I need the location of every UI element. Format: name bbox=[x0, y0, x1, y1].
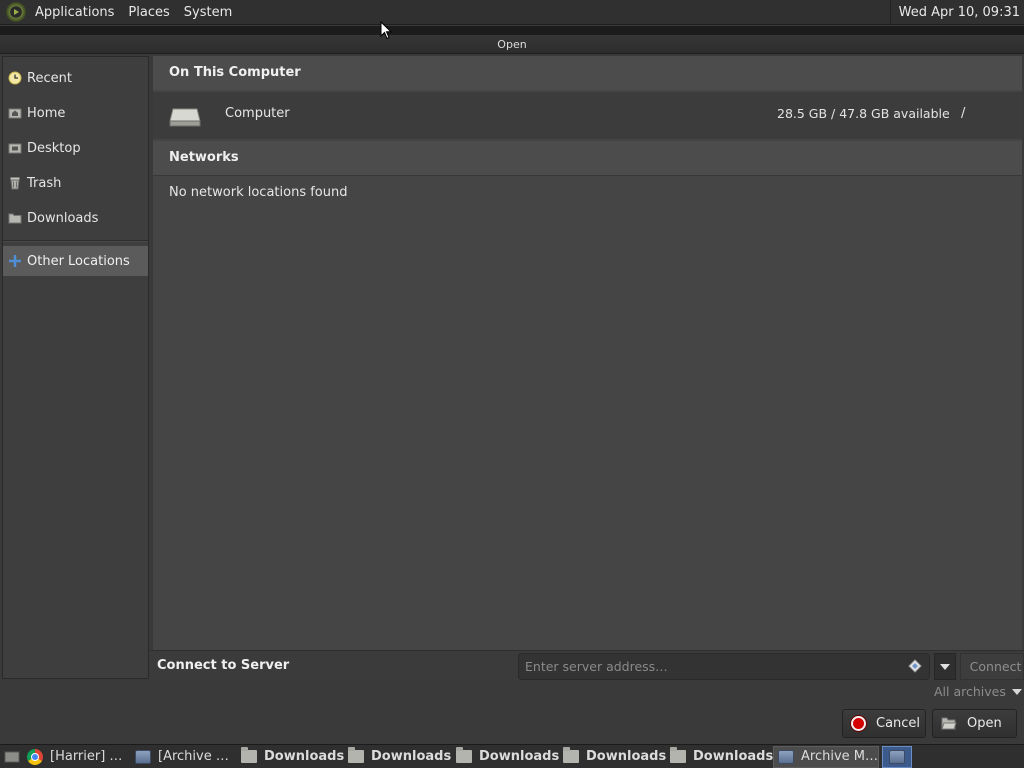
taskbar-item-label: Downloads bbox=[586, 749, 666, 764]
applications-menu[interactable]: Applications bbox=[28, 0, 121, 25]
taskbar-item-archive[interactable]: [Archive … bbox=[131, 746, 237, 768]
folder-icon bbox=[241, 747, 257, 763]
taskbar-item-downloads[interactable]: Downloads bbox=[559, 746, 666, 768]
dialog-title: Open bbox=[497, 38, 527, 51]
file-type-filter-value: All archives bbox=[934, 684, 1006, 699]
sidebar-item-recent[interactable]: Recent bbox=[3, 63, 148, 93]
home-icon bbox=[8, 106, 22, 120]
server-address-icon[interactable] bbox=[908, 659, 922, 673]
sidebar-item-desktop[interactable]: Desktop bbox=[3, 133, 148, 163]
system-menu[interactable]: System bbox=[177, 0, 239, 25]
hard-drive-icon bbox=[169, 108, 201, 127]
recent-servers-dropdown[interactable] bbox=[934, 653, 956, 680]
taskbar-item-downloads[interactable]: Downloads bbox=[237, 746, 344, 768]
clock[interactable]: Wed Apr 10, 09:31 bbox=[889, 0, 1020, 25]
open-folder-icon bbox=[941, 717, 957, 730]
connect-to-server-label: Connect to Server bbox=[157, 658, 290, 673]
connect-to-server-bar: Connect to Server Connect bbox=[150, 650, 1024, 681]
places-sidebar: Recent Home Desktop Trash Downloads Othe… bbox=[2, 56, 149, 679]
folder-icon bbox=[348, 747, 364, 763]
titlebar-strip bbox=[0, 26, 1024, 35]
open-button[interactable]: Open bbox=[932, 709, 1017, 738]
cancel-button-label: Cancel bbox=[876, 716, 921, 731]
sidebar-item-label: Desktop bbox=[27, 140, 81, 156]
dialog-titlebar[interactable]: Open bbox=[0, 26, 1024, 54]
sidebar-item-other-locations[interactable]: Other Locations bbox=[3, 246, 148, 276]
archive-manager-icon bbox=[135, 749, 151, 764]
taskbar-item-downloads[interactable]: Downloads bbox=[344, 746, 452, 768]
connect-button[interactable]: Connect bbox=[960, 653, 1024, 680]
folder-icon bbox=[456, 747, 472, 763]
show-desktop-button[interactable] bbox=[1, 746, 23, 768]
sidebar-item-home[interactable]: Home bbox=[3, 98, 148, 128]
taskbar-item-harrier[interactable]: [Harrier] … bbox=[23, 746, 131, 768]
computer-name: Computer bbox=[225, 106, 290, 121]
open-button-label: Open bbox=[967, 716, 1002, 731]
folder-icon bbox=[8, 211, 22, 225]
chevron-down-icon bbox=[940, 663, 950, 670]
show-desktop-icon bbox=[4, 751, 20, 762]
networks-divider bbox=[153, 175, 1022, 176]
taskbar-item-label: Archive M… bbox=[801, 749, 878, 764]
archive-manager-icon bbox=[778, 749, 794, 764]
folder-icon bbox=[670, 747, 686, 763]
locations-view: On This Computer Computer 28.5 GB / 47.8… bbox=[153, 56, 1022, 650]
trash-icon bbox=[8, 176, 22, 190]
taskbar-item-label: Downloads bbox=[371, 749, 452, 764]
taskbar-item-archive-manager[interactable]: Archive M… bbox=[773, 745, 879, 768]
chrome-icon bbox=[27, 748, 43, 765]
open-dialog-task-button[interactable] bbox=[882, 745, 912, 768]
plus-icon bbox=[8, 254, 22, 268]
taskbar-item-label: Downloads bbox=[264, 749, 344, 764]
on-this-computer-heading: On This Computer bbox=[153, 56, 1022, 90]
desktop-icon bbox=[8, 141, 22, 155]
taskbar-item-label: [Archive … bbox=[158, 749, 229, 764]
top-panel: Applications Places System Wed Apr 10, 0… bbox=[0, 0, 1024, 25]
computer-row[interactable]: Computer 28.5 GB / 47.8 GB available / bbox=[153, 92, 1022, 139]
taskbar: [Harrier] … [Archive … Downloads Downloa… bbox=[0, 744, 1024, 768]
folder-icon bbox=[563, 747, 579, 763]
taskbar-item-downloads[interactable]: Downloads bbox=[666, 746, 773, 768]
file-type-filter[interactable]: All archives bbox=[934, 684, 1022, 699]
computer-mount-point: / bbox=[961, 106, 966, 121]
computer-space: 28.5 GB / 47.8 GB available bbox=[777, 106, 950, 121]
taskbar-item-downloads[interactable]: Downloads bbox=[452, 746, 559, 768]
taskbar-item-label: Downloads bbox=[693, 749, 773, 764]
sidebar-item-label: Recent bbox=[27, 70, 72, 86]
networks-empty-text: No network locations found bbox=[169, 185, 348, 200]
chevron-down-icon bbox=[1011, 688, 1022, 695]
clock-icon bbox=[8, 71, 22, 85]
sidebar-item-downloads[interactable]: Downloads bbox=[3, 203, 148, 233]
cancel-button[interactable]: Cancel bbox=[842, 709, 926, 738]
sidebar-item-label: Downloads bbox=[27, 210, 99, 226]
sidebar-item-label: Other Locations bbox=[27, 253, 130, 269]
server-address-input[interactable] bbox=[518, 653, 930, 680]
sidebar-item-label: Trash bbox=[27, 175, 62, 191]
sidebar-item-trash[interactable]: Trash bbox=[3, 168, 148, 198]
mouse-pointer-icon bbox=[380, 21, 392, 40]
file-dialog-icon bbox=[889, 749, 905, 764]
places-menu[interactable]: Places bbox=[121, 0, 176, 25]
distro-logo-icon[interactable] bbox=[6, 2, 26, 22]
stop-icon bbox=[851, 716, 866, 731]
sidebar-item-label: Home bbox=[27, 105, 66, 121]
taskbar-item-label: Downloads bbox=[479, 749, 559, 764]
sidebar-separator bbox=[3, 240, 148, 242]
taskbar-item-label: [Harrier] … bbox=[50, 749, 123, 764]
networks-heading: Networks bbox=[153, 141, 1022, 175]
